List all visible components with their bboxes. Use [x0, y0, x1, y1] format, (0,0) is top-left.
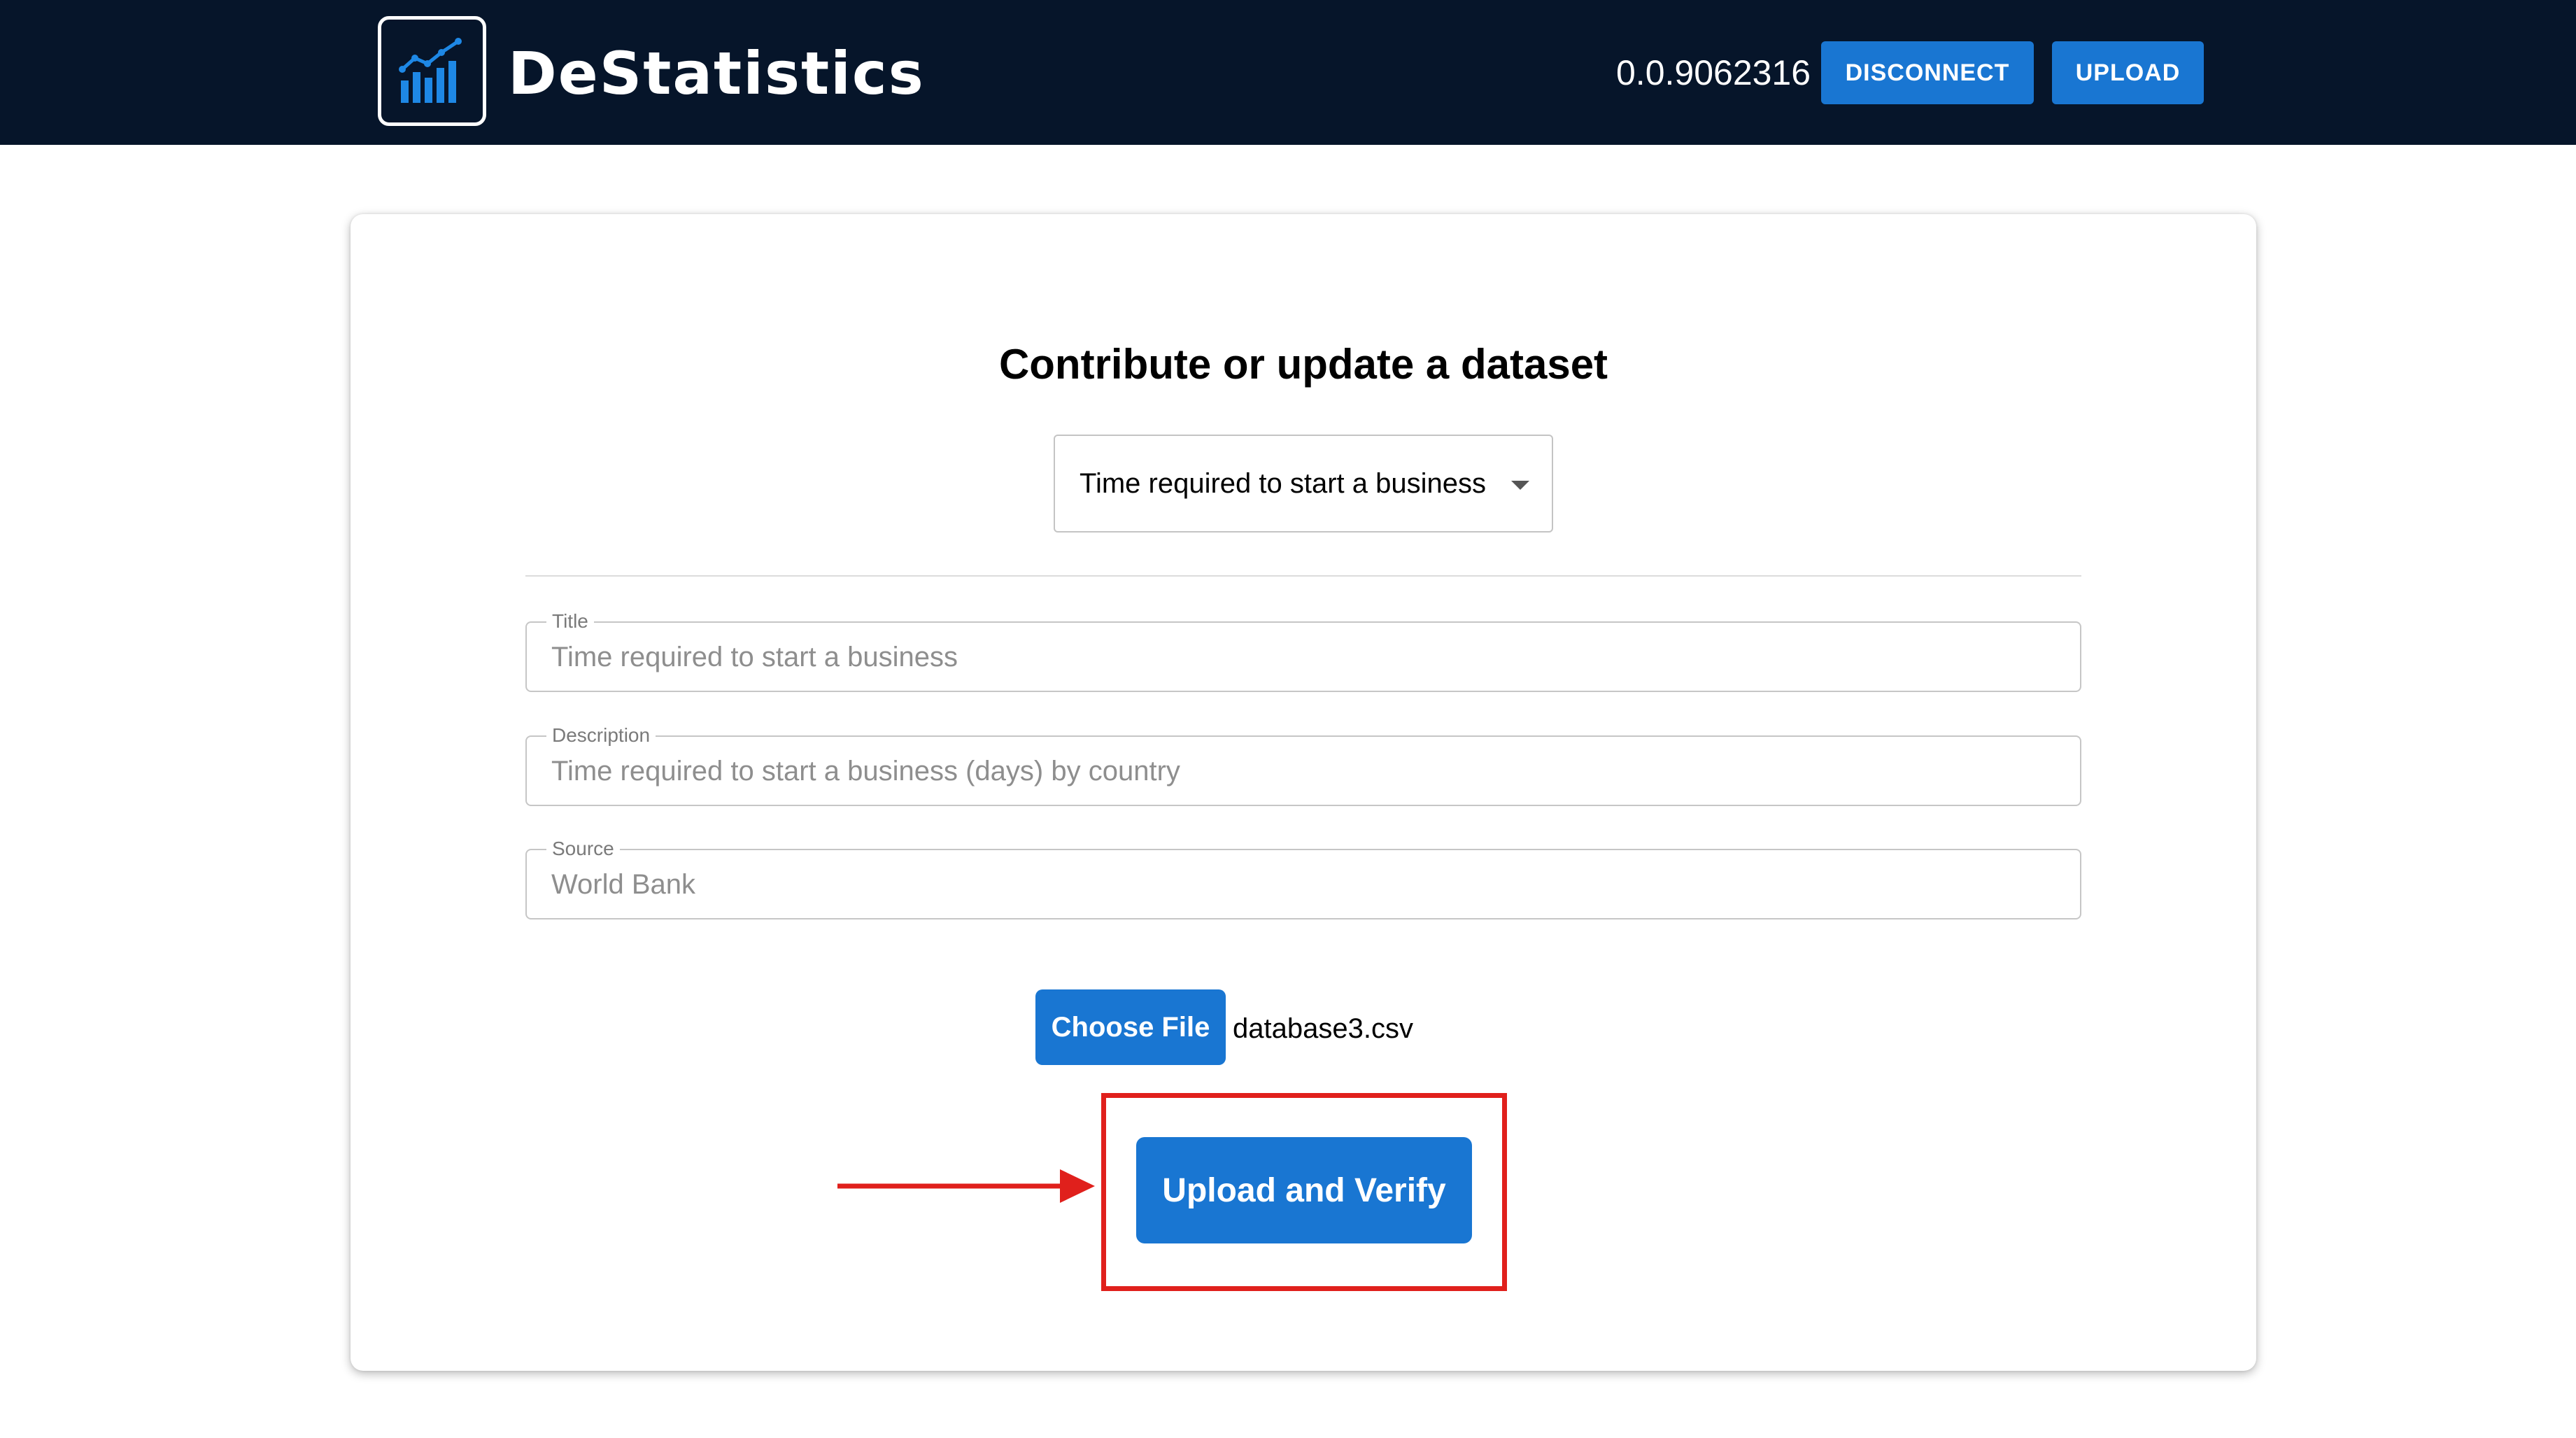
- description-value: Time required to start a business (days)…: [551, 756, 1180, 787]
- bar-chart-trend-icon: [398, 37, 462, 103]
- disconnect-button[interactable]: DISCONNECT: [1821, 41, 2034, 104]
- dataset-select-value: Time required to start a business: [1080, 467, 1486, 499]
- annotation-arrow-icon: [837, 1169, 1095, 1203]
- title-field[interactable]: Title Time required to start a business: [525, 610, 2081, 692]
- title-value: Time required to start a business: [551, 642, 958, 672]
- upload-nav-button[interactable]: UPLOAD: [2052, 41, 2204, 104]
- upload-and-verify-button[interactable]: Upload and Verify: [1136, 1137, 1472, 1243]
- description-label: Description: [546, 724, 656, 747]
- source-value: World Bank: [551, 869, 696, 900]
- selected-file-name: database3.csv: [1233, 1013, 1413, 1044]
- dataset-select[interactable]: Time required to start a business: [1054, 435, 1553, 533]
- title-label: Title: [546, 610, 594, 633]
- page-title: Contribute or update a dataset: [998, 341, 1608, 388]
- top-navbar: DeStatistics 0.0.9062316 DISCONNECT UPLO…: [0, 0, 2576, 145]
- dropdown-arrow-icon: [1511, 481, 1529, 490]
- divider: [525, 575, 2081, 577]
- account-id: 0.0.9062316: [1616, 53, 1811, 92]
- logo[interactable]: [378, 16, 486, 126]
- description-field[interactable]: Description Time required to start a bus…: [525, 724, 2081, 806]
- source-field[interactable]: Source World Bank: [525, 838, 2081, 919]
- upload-form-card: Contribute or update a dataset Time requ…: [351, 214, 2256, 1371]
- source-label: Source: [546, 838, 620, 860]
- brand-name[interactable]: DeStatistics: [508, 35, 925, 112]
- choose-file-button[interactable]: Choose File: [1035, 989, 1226, 1065]
